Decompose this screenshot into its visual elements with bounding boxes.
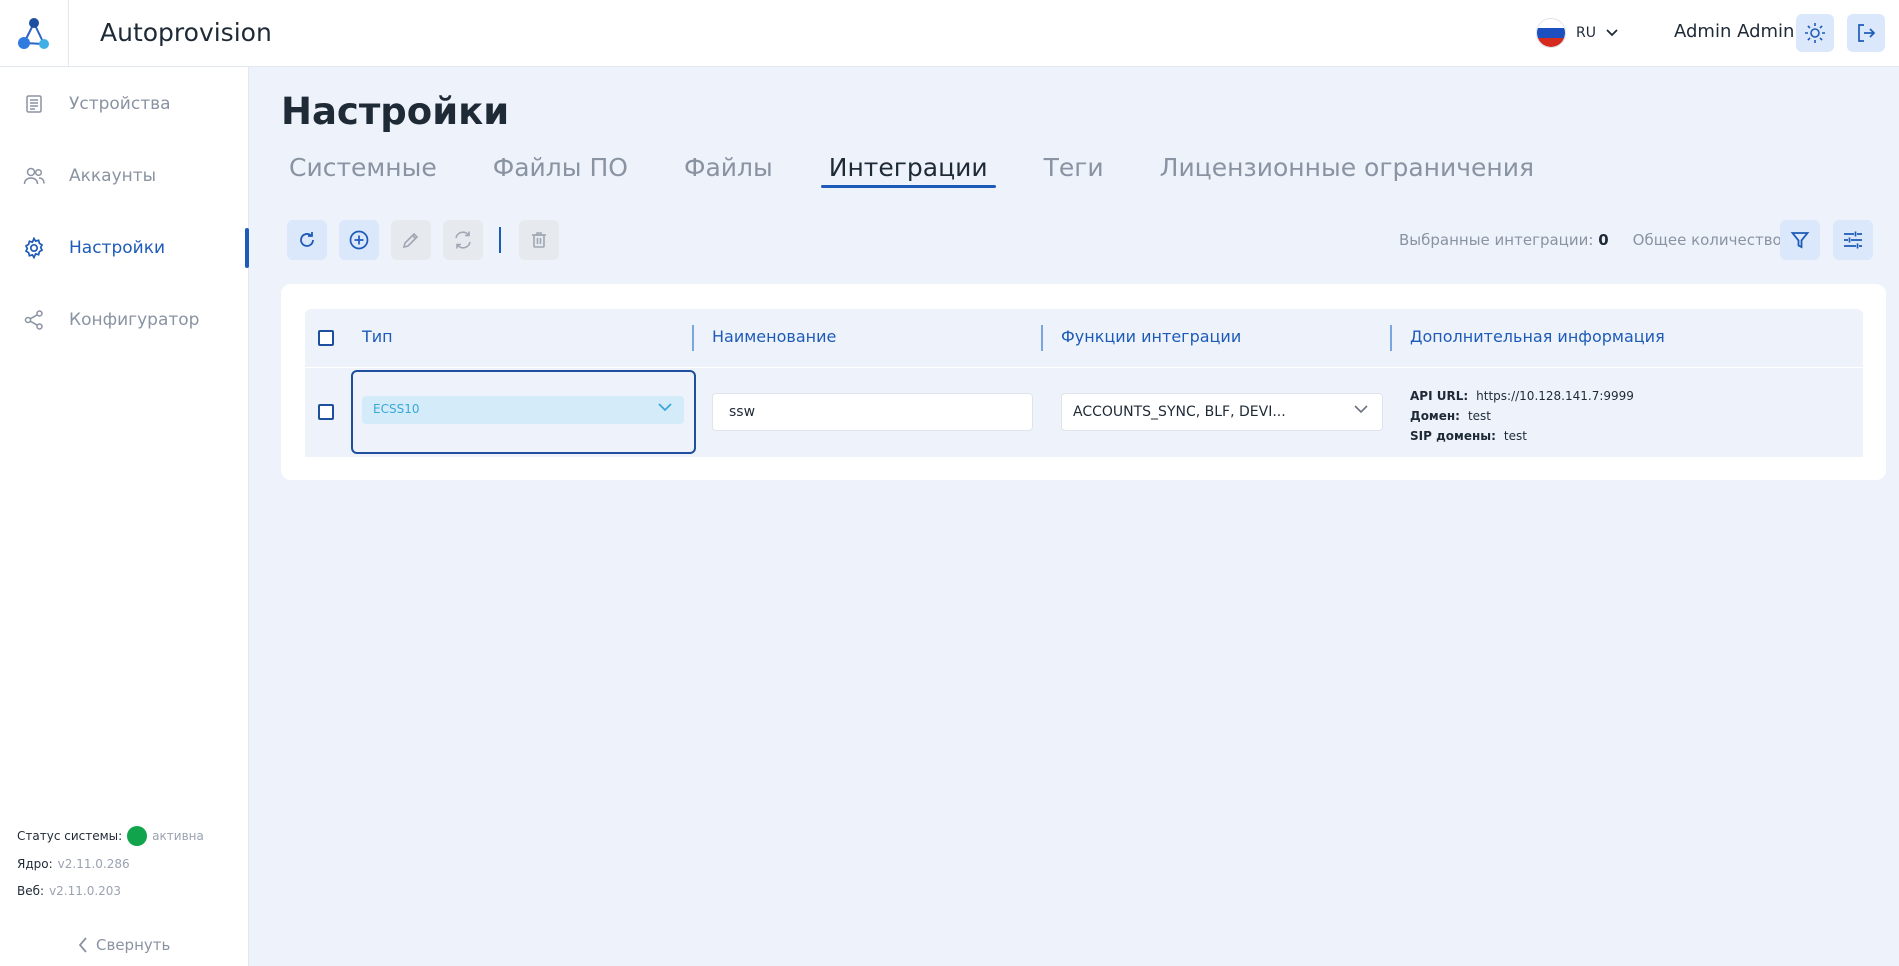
core-label: Ядро: bbox=[17, 857, 53, 871]
total-counter: Общее количество: 1 bbox=[1632, 231, 1802, 249]
settings-tabs: Системные Файлы ПО Файлы Интеграции Теги… bbox=[281, 153, 1542, 188]
status-value: активна bbox=[152, 829, 204, 843]
chevron-down-icon bbox=[1606, 29, 1618, 37]
column-header-type[interactable]: Тип bbox=[362, 327, 393, 346]
add-circle-icon bbox=[349, 230, 369, 250]
users-icon bbox=[23, 165, 45, 187]
logout-button[interactable] bbox=[1847, 14, 1885, 52]
sidebar: Устройства Аккаунты Настройки Конфигурат… bbox=[0, 67, 249, 966]
delete-button[interactable] bbox=[519, 220, 559, 260]
trash-icon bbox=[532, 232, 546, 248]
refresh-button[interactable] bbox=[287, 220, 327, 260]
system-status: Статус системы: активна bbox=[17, 826, 204, 846]
sliders-icon bbox=[1844, 231, 1862, 249]
share-icon bbox=[23, 309, 45, 331]
additional-info: API URL: https://10.128.141.7:9999 Домен:… bbox=[1410, 386, 1634, 446]
tab-files[interactable]: Файлы bbox=[676, 153, 781, 188]
type-select[interactable]: ECSS10 bbox=[362, 396, 684, 424]
tab-license-limits[interactable]: Лицензионные ограничения bbox=[1152, 153, 1542, 188]
sidebar-item-settings[interactable]: Настройки bbox=[0, 222, 249, 274]
column-settings-button[interactable] bbox=[1833, 220, 1873, 260]
logo-icon bbox=[18, 17, 49, 49]
language-code: RU bbox=[1576, 25, 1596, 41]
functions-select[interactable]: ACCOUNTS_SYNC, BLF, DEVI... bbox=[1061, 393, 1383, 431]
sidebar-item-devices[interactable]: Устройства bbox=[0, 78, 249, 130]
web-version-value: v2.11.0.203 bbox=[49, 884, 122, 898]
sidebar-item-label: Настройки bbox=[69, 238, 166, 258]
filter-icon bbox=[1790, 232, 1810, 249]
chevron-down-icon bbox=[658, 403, 672, 412]
filter-button[interactable] bbox=[1780, 220, 1820, 260]
toolbar-divider bbox=[499, 227, 501, 253]
add-integration-button[interactable] bbox=[339, 220, 379, 260]
status-label: Статус системы: bbox=[17, 829, 123, 843]
column-header-functions[interactable]: Функции интеграции bbox=[1061, 327, 1241, 346]
collapse-label: Свернуть bbox=[96, 936, 171, 954]
user-name[interactable]: Admin Admin bbox=[1674, 21, 1794, 42]
integration-counters: Выбранные интеграции: 0 Общее количество… bbox=[1399, 231, 1802, 249]
top-header: Autoprovision RU Admin Admin bbox=[0, 0, 1899, 67]
selected-counter: Выбранные интеграции: 0 bbox=[1399, 231, 1609, 249]
name-input[interactable] bbox=[712, 393, 1033, 431]
type-select-value: ECSS10 bbox=[373, 402, 420, 416]
info-domain: Домен: test bbox=[1410, 409, 1492, 423]
gear-icon bbox=[23, 237, 45, 259]
sun-icon bbox=[1805, 23, 1825, 43]
web-version: Веб: v2.11.0.203 bbox=[17, 884, 121, 898]
sync-button[interactable] bbox=[443, 220, 483, 260]
info-api-url: API URL: https://10.128.141.7:9999 bbox=[1410, 389, 1634, 403]
sidebar-item-label: Аккаунты bbox=[69, 166, 157, 186]
tab-system[interactable]: Системные bbox=[281, 153, 445, 188]
sidebar-item-label: Устройства bbox=[69, 94, 171, 114]
column-header-name[interactable]: Наименование bbox=[712, 327, 836, 346]
sidebar-item-label: Конфигуратор bbox=[69, 310, 200, 330]
column-divider[interactable] bbox=[1041, 325, 1043, 351]
pencil-icon bbox=[402, 232, 419, 249]
core-version-value: v2.11.0.286 bbox=[57, 857, 130, 871]
page-title: Настройки bbox=[281, 90, 510, 133]
select-all-checkbox[interactable] bbox=[318, 330, 334, 346]
tab-tags[interactable]: Теги bbox=[1036, 153, 1112, 188]
devices-icon bbox=[23, 93, 45, 115]
functions-select-value: ACCOUNTS_SYNC, BLF, DEVI... bbox=[1073, 404, 1286, 420]
tab-firmware-files[interactable]: Файлы ПО bbox=[485, 153, 636, 188]
status-indicator-icon bbox=[127, 826, 148, 846]
column-header-info[interactable]: Дополнительная информация bbox=[1410, 327, 1665, 346]
theme-toggle-button[interactable] bbox=[1796, 14, 1834, 52]
sync-icon bbox=[455, 231, 471, 249]
sidebar-item-accounts[interactable]: Аккаунты bbox=[0, 150, 249, 202]
flag-ru-icon bbox=[1536, 18, 1566, 48]
tab-integrations[interactable]: Интеграции bbox=[820, 153, 996, 188]
core-version: Ядро: v2.11.0.286 bbox=[17, 857, 130, 871]
column-divider[interactable] bbox=[1390, 325, 1392, 351]
app-title: Autoprovision bbox=[100, 18, 272, 47]
language-selector[interactable]: RU bbox=[1536, 17, 1618, 49]
refresh-icon bbox=[300, 232, 314, 247]
app-logo[interactable] bbox=[0, 0, 69, 67]
info-sip-domains: SIP домены: test bbox=[1410, 429, 1527, 443]
web-label: Веб: bbox=[17, 884, 45, 898]
sidebar-item-configurator[interactable]: Конфигуратор bbox=[0, 294, 249, 346]
row-checkbox[interactable] bbox=[318, 404, 334, 420]
chevron-left-icon bbox=[78, 937, 87, 953]
column-divider[interactable] bbox=[692, 325, 694, 351]
edit-button[interactable] bbox=[391, 220, 431, 260]
logout-icon bbox=[1858, 24, 1876, 42]
collapse-sidebar-button[interactable]: Свернуть bbox=[78, 936, 170, 954]
chevron-down-icon bbox=[1354, 405, 1368, 414]
